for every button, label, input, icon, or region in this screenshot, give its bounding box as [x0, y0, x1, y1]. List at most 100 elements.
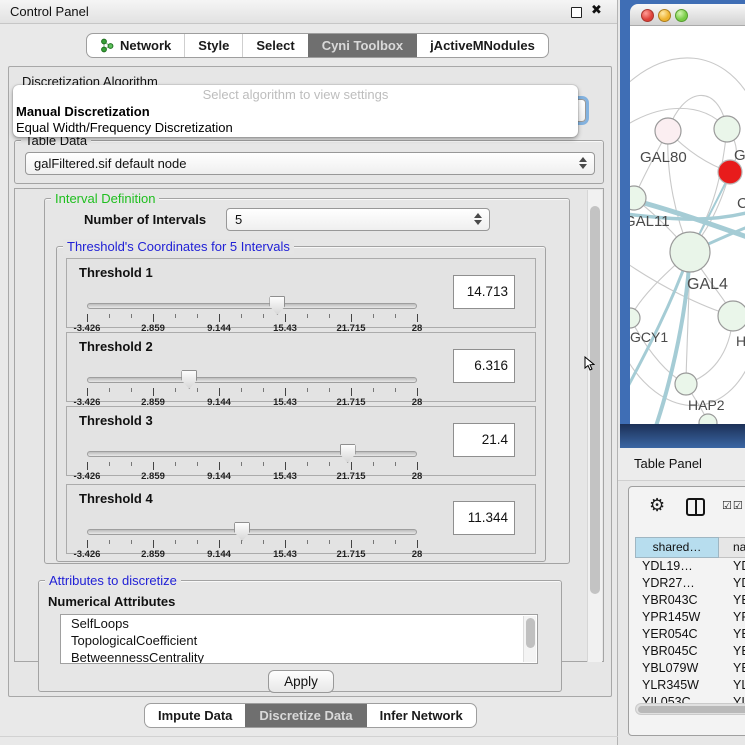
threshold-3-slider[interactable]: -3.426 2.859 9.144 15.43 21.715 28	[87, 443, 417, 477]
num-intervals-label: Number of Intervals	[84, 212, 206, 227]
slider-track[interactable]	[87, 451, 417, 457]
tab-discretize-data[interactable]: Discretize Data	[245, 704, 365, 727]
tab-cyni-toolbox[interactable]: Cyni Toolbox	[308, 34, 416, 57]
table-panel-box: ⚙ ☑☑ shared… na YDL19…YDL1 YDR27…YDR2 YB…	[628, 486, 745, 736]
table-data-combobox[interactable]: galFiltered.sif default node	[25, 152, 595, 175]
list-item[interactable]: BetweennessCentrality	[61, 649, 537, 664]
table-row[interactable]: YER054CYER0	[635, 626, 745, 643]
threshold-4-value-field[interactable]: 11.344	[453, 501, 515, 535]
close-icon[interactable]: ✖	[591, 3, 602, 18]
node-gcy1[interactable]	[630, 308, 640, 328]
table-row[interactable]: YLR345WYLR3	[635, 677, 745, 694]
gear-icon[interactable]: ⚙	[649, 495, 665, 516]
tick-label: 9.144	[207, 549, 231, 560]
mouse-cursor	[584, 356, 595, 371]
network-graph: GAL80 GA C GAL11 GAL4 GCY1 H HAP2	[630, 26, 745, 424]
threshold-2-slider[interactable]: -3.426 2.859 9.144 15.43 21.715 28	[87, 369, 417, 403]
threshold-1-value-field[interactable]: 14.713	[453, 275, 515, 309]
table-row[interactable]: YDL19…YDL1	[635, 558, 745, 575]
slider-thumb[interactable]	[269, 296, 285, 315]
combo-arrows-icon	[579, 157, 588, 169]
node-gal80[interactable]	[655, 118, 681, 144]
table-row[interactable]: YBL079WYBL0	[635, 660, 745, 677]
tab-jactivemnodules[interactable]: jActiveMNodules	[416, 34, 548, 57]
tab-style[interactable]: Style	[184, 34, 242, 57]
slider-ticks	[87, 540, 417, 549]
scrollbar-thumb[interactable]	[638, 706, 745, 713]
slider-track[interactable]	[87, 529, 417, 535]
threshold-2-label: Threshold 2	[79, 339, 153, 354]
tab-select[interactable]: Select	[242, 34, 307, 57]
network-canvas[interactable]: GAL80 GA C GAL11 GAL4 GCY1 H HAP2	[630, 26, 745, 424]
num-intervals-combobox[interactable]: 5	[226, 208, 490, 231]
network-window-bottom-frame	[620, 424, 745, 448]
threshold-2-value-field[interactable]: 6.316	[453, 349, 515, 383]
dropdown-option-equal-width[interactable]: Equal Width/Frequency Discretization	[13, 120, 578, 136]
table-panel-title: Table Panel	[634, 456, 702, 471]
threshold-3-value-field[interactable]: 21.4	[453, 423, 515, 457]
table-header-row: shared… na	[635, 537, 745, 558]
node-label-h: H	[736, 333, 745, 349]
scrollbar-thumb[interactable]	[526, 618, 535, 648]
network-window-titlebar[interactable]	[630, 4, 745, 26]
node-label-gal4: GAL4	[687, 276, 728, 293]
slider-thumb[interactable]	[340, 444, 356, 463]
node-top-right[interactable]	[714, 116, 740, 142]
threshold-1-box: Threshold 1 -3.426 2.859 9.144 15.43 21.…	[66, 258, 536, 328]
threshold-3-box: Threshold 3 -3.426 2.859 9.144 15.43 21.…	[66, 406, 536, 476]
column-header-shared-name[interactable]: shared…	[635, 537, 719, 558]
list-item[interactable]: TopologicalCoefficient	[61, 632, 537, 649]
table-horizontal-scrollbar[interactable]	[635, 703, 745, 715]
node-bottom[interactable]	[699, 414, 717, 424]
node-label-ga: GA	[734, 147, 745, 164]
float-window-icon[interactable]	[571, 7, 582, 18]
num-intervals-value: 5	[235, 212, 242, 227]
table-row[interactable]: YDR27…YDR2	[635, 575, 745, 592]
table-data-group: Table Data galFiltered.sif default node	[14, 140, 604, 184]
table-rows: YDL19…YDL1 YDR27…YDR2 YBR043CYBR0 YPR145…	[635, 558, 745, 704]
zoom-traffic-light[interactable]	[675, 9, 688, 22]
column-header-name[interactable]: na	[719, 537, 745, 558]
node-hap2[interactable]	[675, 373, 697, 395]
threshold-4-slider[interactable]: -3.426 2.859 9.144 15.43 21.715 28	[87, 521, 417, 555]
node-gal4[interactable]	[670, 232, 710, 272]
threshold-1-slider[interactable]: -3.426 2.859 9.144 15.43 21.715 28	[87, 295, 417, 329]
threshold-4-box: Threshold 4 -3.426 2.859 9.144 15.43 21.…	[66, 484, 536, 554]
tab-network[interactable]: Network	[87, 34, 184, 57]
tick-label: -3.426	[74, 471, 101, 482]
attributes-scrollbar[interactable]	[523, 616, 536, 662]
table-row[interactable]: YBR045CYBR0	[635, 643, 745, 660]
minimize-traffic-light[interactable]	[658, 9, 671, 22]
list-item[interactable]: SelfLoops	[61, 615, 537, 632]
close-traffic-light[interactable]	[641, 9, 654, 22]
table-row[interactable]: YPR145WYPR1	[635, 609, 745, 626]
slider-thumb[interactable]	[234, 522, 250, 541]
table-data-value: galFiltered.sif default node	[34, 156, 186, 171]
slider-ticks	[87, 314, 417, 323]
node-gal11[interactable]	[630, 186, 646, 210]
node-his[interactable]	[718, 301, 745, 331]
tick-label: 2.859	[141, 471, 165, 482]
split-columns-icon[interactable]	[686, 498, 705, 516]
tick-label: 2.859	[141, 549, 165, 560]
control-panel-titlebar: Control Panel ✖	[0, 0, 617, 24]
slider-track[interactable]	[87, 377, 417, 383]
slider-thumb[interactable]	[181, 370, 197, 389]
tick-label: 21.715	[336, 549, 365, 560]
column-select-icon[interactable]: ☑☑	[722, 499, 744, 512]
node-table: shared… na YDL19…YDL1 YDR27…YDR2 YBR043C…	[635, 537, 745, 704]
node-label-hap2: HAP2	[688, 397, 725, 413]
dropdown-option-manual[interactable]: Manual Discretization	[13, 104, 578, 120]
slider-ticks	[87, 388, 417, 397]
settings-vertical-scrollbar[interactable]	[587, 190, 602, 662]
tab-impute-data[interactable]: Impute Data	[145, 704, 245, 727]
table-row[interactable]: YBR043CYBR0	[635, 592, 745, 609]
network-icon	[100, 38, 114, 53]
status-bar-divider	[0, 736, 618, 737]
scrollbar-thumb[interactable]	[590, 206, 600, 594]
apply-button[interactable]: Apply	[268, 670, 334, 693]
slider-track[interactable]	[87, 303, 417, 309]
threshold-1-label: Threshold 1	[79, 265, 153, 280]
tick-label: 9.144	[207, 471, 231, 482]
tab-infer-network[interactable]: Infer Network	[366, 704, 476, 727]
